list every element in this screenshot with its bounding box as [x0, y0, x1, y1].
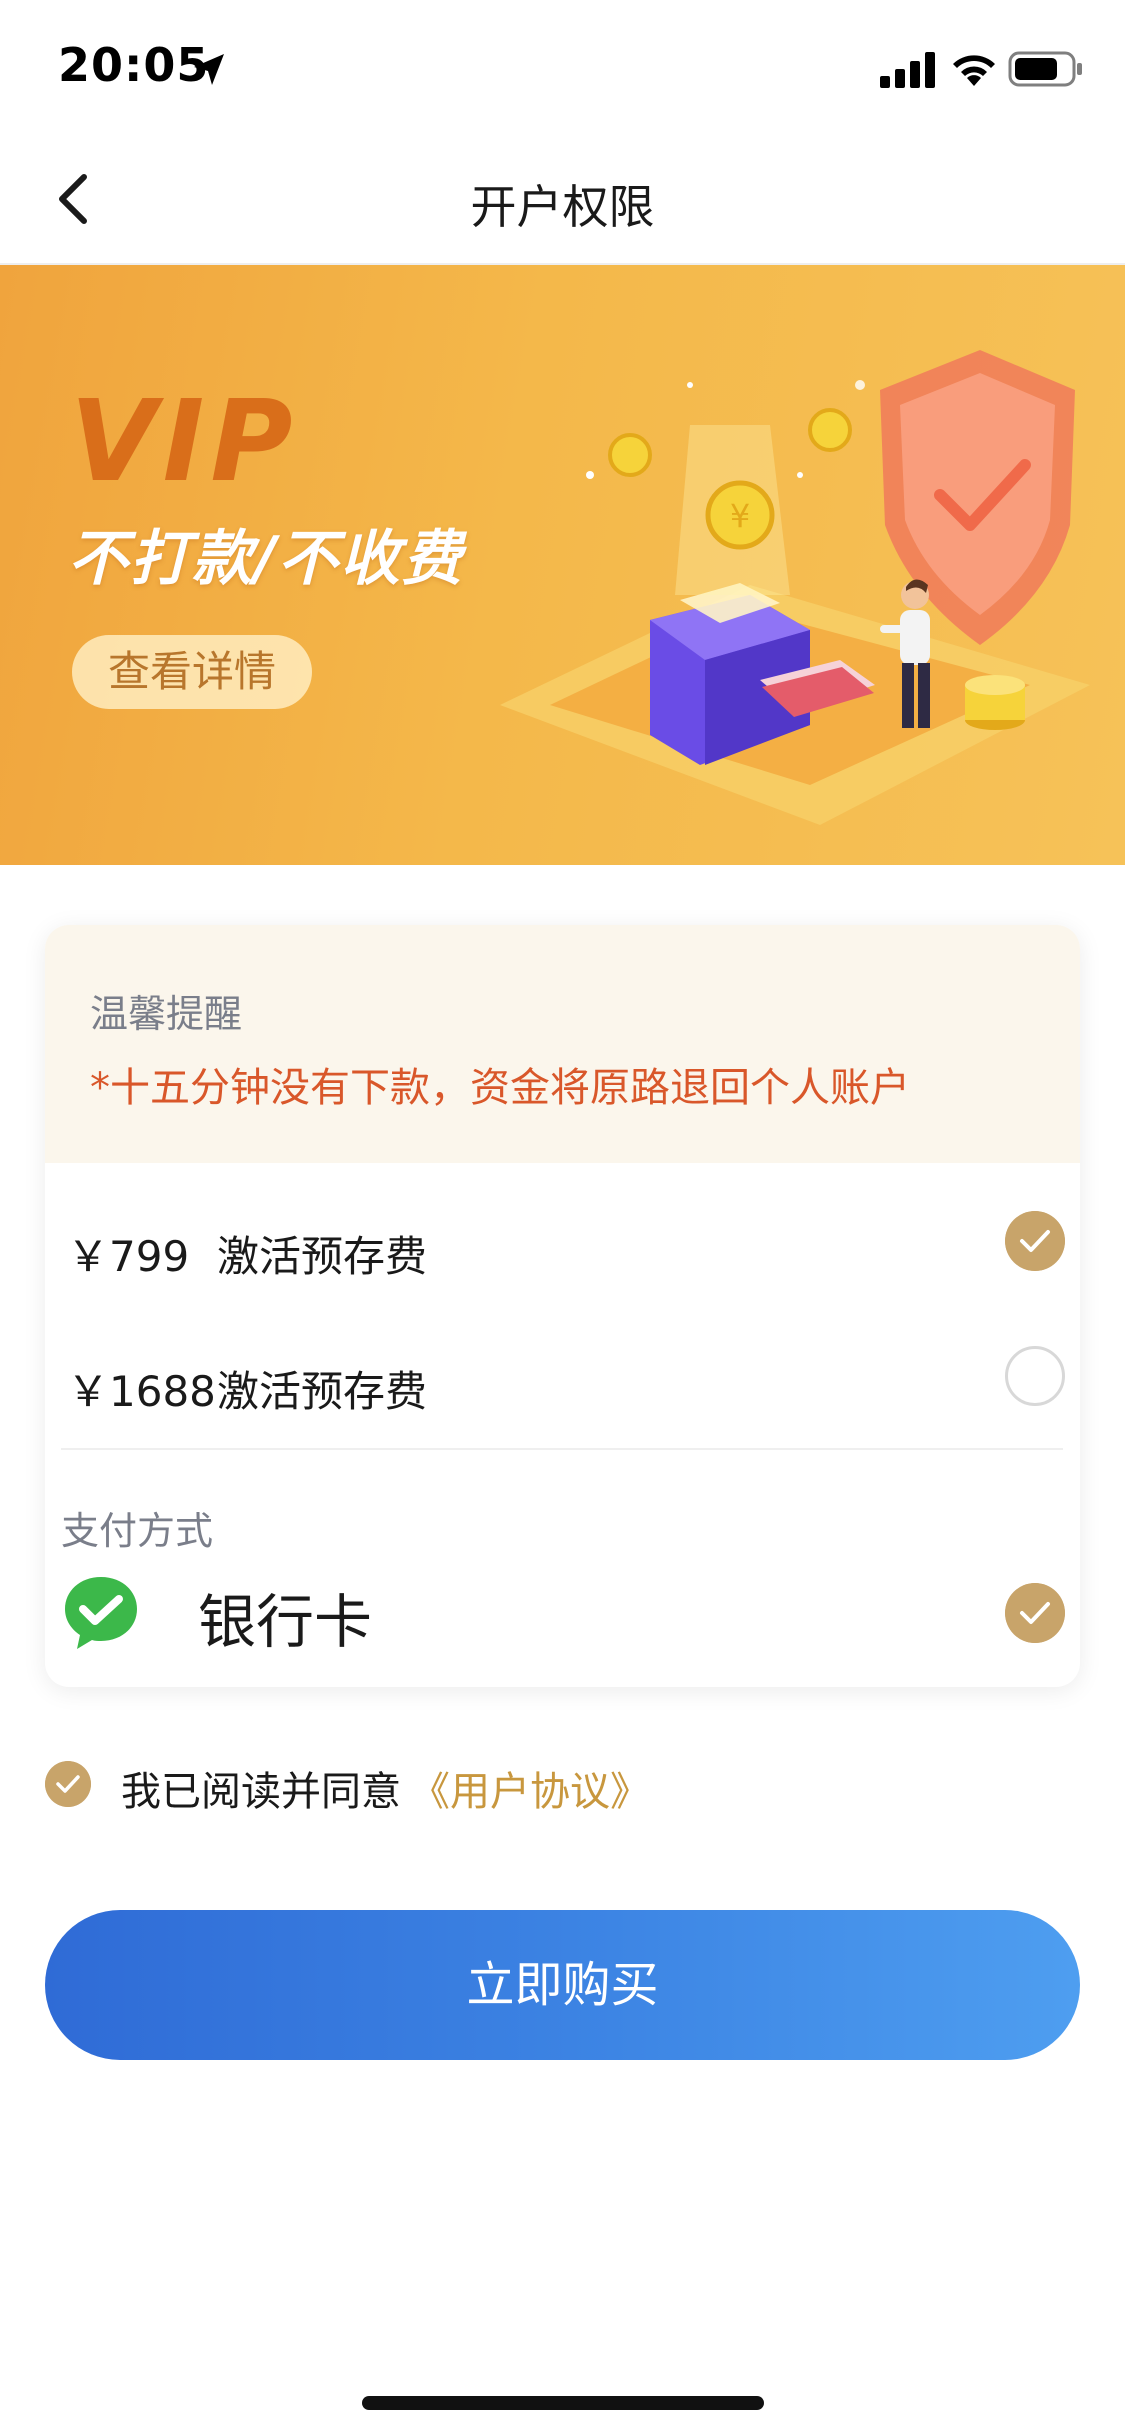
- purchase-card: 温馨提醒 *十五分钟没有下款，资金将原路退回个人账户 ￥799 激活预存费 ￥1…: [45, 925, 1080, 1687]
- banner-illustration: ¥: [500, 350, 1090, 825]
- home-indicator: [362, 2396, 764, 2410]
- check-unselected-icon[interactable]: [1005, 1346, 1065, 1406]
- status-time: 20:05: [58, 38, 210, 92]
- plan-option-1688[interactable]: ￥1688 激活预存费: [45, 1318, 1080, 1448]
- buy-now-button[interactable]: 立即购买: [45, 1910, 1080, 2060]
- plan-price: ￥1688: [67, 1367, 216, 1416]
- vip-banner[interactable]: VIP 不打款/不收费 查看详情 ¥: [0, 265, 1125, 865]
- divider: [61, 1448, 1063, 1450]
- wifi-icon: [953, 55, 995, 86]
- user-agreement-link[interactable]: 《用户协议》: [410, 1759, 650, 1817]
- notice-box: 温馨提醒 *十五分钟没有下款，资金将原路退回个人账户: [45, 925, 1080, 1163]
- plan-option-799[interactable]: ￥799 激活预存费: [45, 1183, 1080, 1313]
- location-arrow-icon: [194, 54, 224, 85]
- battery-icon: [1008, 51, 1082, 87]
- status-bar: 20:05: [0, 0, 1125, 135]
- check-selected-icon[interactable]: [1005, 1211, 1065, 1271]
- banner-headline: VIP: [70, 377, 299, 507]
- payment-section-title: 支付方式: [61, 1509, 214, 1553]
- plan-label: 激活预存费: [217, 1232, 428, 1281]
- page-title: 开户权限: [470, 180, 655, 234]
- payment-method-label: 银行卡: [198, 1588, 373, 1656]
- agreement-text: 我已阅读并同意: [121, 1769, 401, 1815]
- check-selected-icon[interactable]: [1005, 1583, 1065, 1643]
- wechat-icon: [65, 1577, 137, 1649]
- agreement-row: 我已阅读并同意 《用户协议》: [45, 1755, 1080, 1825]
- notice-text: *十五分钟没有下款，资金将原路退回个人账户: [90, 1065, 910, 1111]
- cellular-signal-icon: [880, 52, 935, 88]
- banner-slogan: 不打款/不收费: [68, 524, 464, 594]
- svg-text:¥: ¥: [730, 497, 750, 535]
- plan-label: 激活预存费: [217, 1367, 428, 1416]
- notice-title: 温馨提醒: [90, 992, 243, 1036]
- nav-bar: 开户权限: [0, 135, 1125, 265]
- agreement-checkbox[interactable]: [45, 1761, 91, 1807]
- payment-method-bank-card[interactable]: 银行卡: [45, 1565, 1080, 1685]
- plan-price: ￥799: [67, 1232, 190, 1281]
- view-details-button[interactable]: 查看详情: [72, 635, 312, 709]
